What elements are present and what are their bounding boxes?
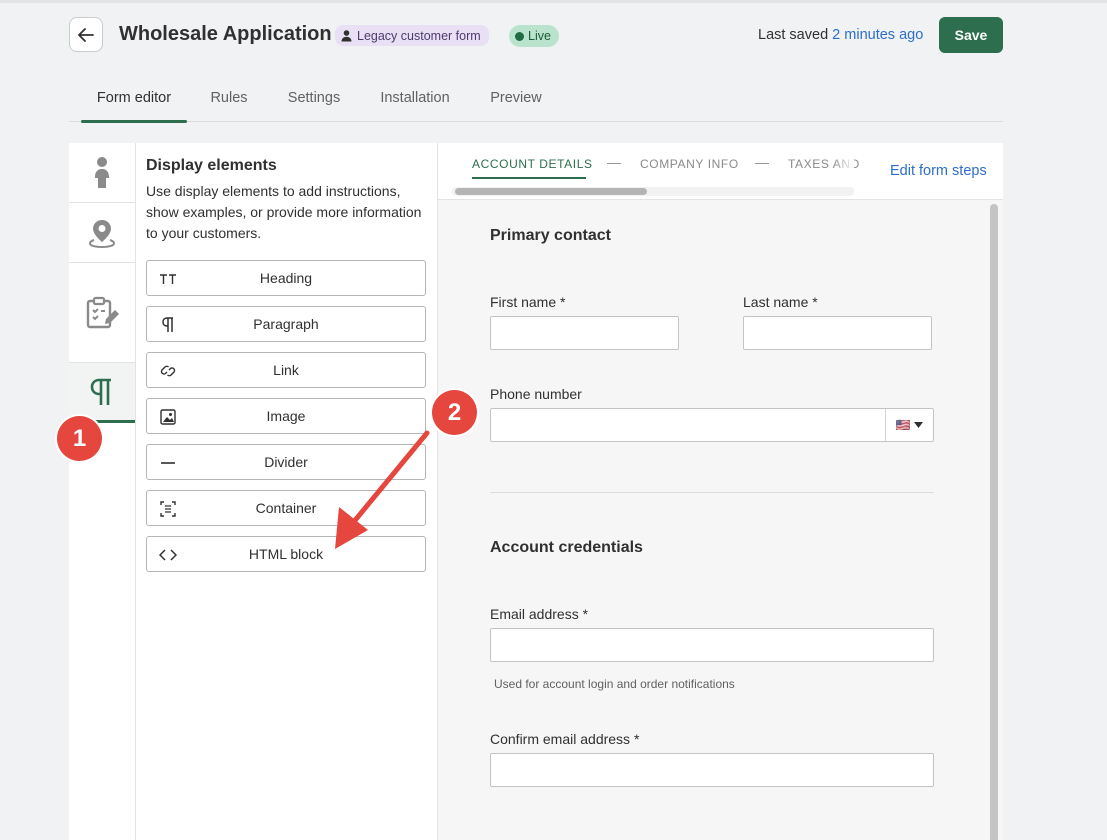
annotation-marker-2: 2 [432,390,477,435]
annotation-arrow [335,430,430,549]
annotation-marker-1: 1 [57,416,102,461]
